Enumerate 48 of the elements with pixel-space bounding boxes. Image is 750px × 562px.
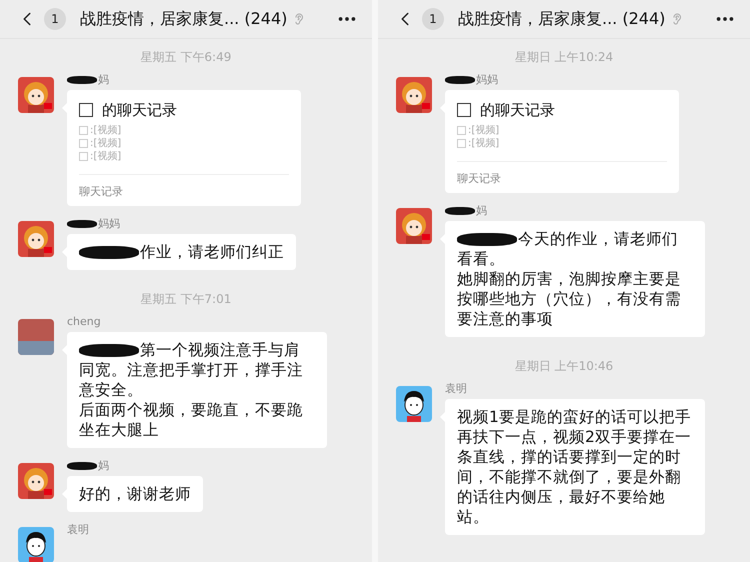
sender-name: 妈妈 <box>98 217 120 231</box>
sender-name: cheng <box>67 315 101 329</box>
chat-title: 战胜疫情，居家康复... (244) <box>458 8 666 30</box>
timestamp: 星期日 上午10:24 <box>514 49 614 65</box>
sender-name: 袁明 <box>445 382 467 396</box>
square-icon <box>79 152 88 161</box>
cartoon-girl-avatar[interactable] <box>396 77 432 113</box>
square-icon <box>79 103 93 117</box>
timestamp: 星期五 下午7:01 <box>140 291 232 307</box>
timestamp: 星期五 下午6:49 <box>140 49 232 65</box>
cartoon-girl-avatar[interactable] <box>396 208 432 244</box>
square-icon <box>457 139 466 148</box>
record-title: 的聊天记录 <box>102 100 177 120</box>
cartoon-girl-avatar[interactable] <box>18 463 54 499</box>
cartoon-girl-avatar[interactable] <box>18 77 54 113</box>
sender-name: 妈 <box>98 459 109 473</box>
record-line: :[视频] <box>468 124 500 137</box>
cartoon-boy-avatar[interactable] <box>18 527 54 562</box>
record-footer: 聊天记录 <box>457 172 501 185</box>
sender-name: 妈 <box>98 73 109 87</box>
timestamp: 星期日 上午10:46 <box>514 358 614 374</box>
sender-name: 袁明 <box>67 523 89 537</box>
message-text: 后面两个视频，要跪直，不要跪坐在大腿上 <box>79 400 304 440</box>
record-line: :[视频] <box>90 150 122 163</box>
square-icon <box>457 103 471 117</box>
unread-badge: 1 <box>422 8 444 30</box>
message-text: 她脚翻的厉害，泡脚按摩主要是按哪些地方（穴位），有没有需要注意的事项 <box>457 269 682 329</box>
square-icon <box>79 126 88 135</box>
message-text: 作业，请老师们纠正 <box>79 242 284 262</box>
message-text: 第一个视频注意手与肩同宽。注意把手掌打开，撑手注意安全。 <box>79 340 304 400</box>
cartoon-boy-avatar[interactable] <box>396 386 432 422</box>
square-icon <box>79 139 88 148</box>
message-text: 今天的作业，请老师们看看。 <box>457 229 679 269</box>
unread-badge: 1 <box>44 8 66 30</box>
record-footer: 聊天记录 <box>79 185 123 198</box>
record-line: :[视频] <box>90 124 122 137</box>
ear-icon <box>671 13 684 25</box>
sender-name: 妈 <box>476 204 487 218</box>
sender-name: 妈妈 <box>476 73 498 87</box>
message-text: 视频1要是跪的蛮好的话可以把手再扶下一点，视频2双手要撑在一条直线，撑的话要撑到一定的时间，不能撑不就倒了，要是外翻的话往内侧压，最好不要给她站。 <box>457 407 692 527</box>
record-line: :[视频] <box>468 137 500 150</box>
message-text: 好的，谢谢老师 <box>79 484 191 504</box>
cartoon-girl-avatar[interactable] <box>18 221 54 257</box>
square-icon <box>457 126 466 135</box>
record-title: 的聊天记录 <box>480 100 555 120</box>
chat-title: 战胜疫情，居家康复... (244) <box>80 8 288 30</box>
record-line: :[视频] <box>90 137 122 150</box>
ear-icon <box>293 13 306 25</box>
